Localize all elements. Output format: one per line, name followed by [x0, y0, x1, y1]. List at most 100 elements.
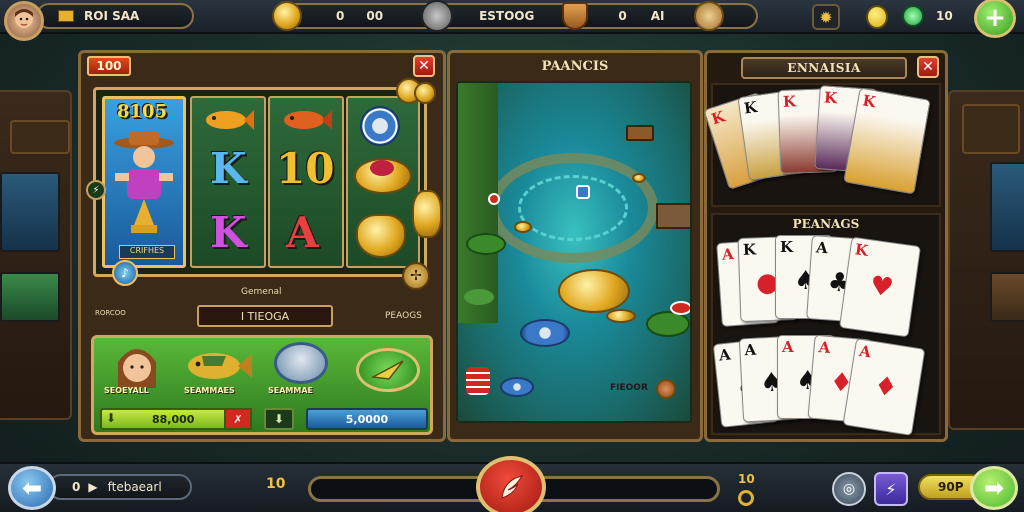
left-coin-value: 0 [336, 9, 345, 23]
game-board[interactable]: FIEOOR [456, 81, 692, 423]
face-card-5[interactable]: K [843, 87, 931, 195]
balance-bar: ⬇ 88,000 ✗ [100, 408, 252, 430]
down-arrow-icon: ⬇ [273, 412, 285, 426]
cards-close-button[interactable]: ✕ [917, 56, 939, 78]
balance-icon: ⬇ [106, 411, 117, 425]
gems-count: 10 [936, 9, 953, 23]
gem-icon[interactable] [902, 5, 924, 27]
chip-caption: FIEOOR [610, 383, 648, 393]
lilypad-3 [464, 289, 494, 305]
board-marker-blue [576, 185, 590, 199]
card-row1-5[interactable]: K ♥ [838, 236, 922, 338]
coin-icon [272, 1, 302, 31]
left-caption: RORCOO [95, 309, 126, 317]
character-card-fish[interactable]: SEAMMAES [182, 342, 254, 400]
spin-mini-button[interactable]: ♪ [112, 260, 138, 286]
right-digit: 10 [738, 472, 755, 486]
bell-icon: ◎ [842, 481, 856, 497]
girl-character-icon [118, 349, 156, 388]
slot-subtitle: Gemenal [241, 287, 282, 297]
character-card-girl[interactable]: SEOEYALL [102, 342, 172, 400]
reel-2: 10 A [268, 96, 344, 268]
lightning-icon: ⚡ [92, 184, 100, 196]
page-number: 0 [72, 480, 81, 494]
bet-field[interactable]: I TIEOGA [197, 305, 333, 327]
page-nav-pill[interactable]: 0 ▶ ftebaearl [48, 474, 192, 500]
lilypad-2 [646, 311, 690, 337]
lake-ring-inner [518, 175, 628, 241]
floating-coin-3 [412, 190, 442, 238]
autoplay-button[interactable]: ✢ [402, 262, 430, 290]
jackpot-label: 8105 [117, 101, 168, 122]
page-next-icon: ▶ [88, 480, 98, 494]
sound-icon: ♪ [121, 266, 129, 280]
shark-character-icon [274, 342, 328, 384]
close-icon: ✕ [418, 58, 430, 74]
bell-button[interactable]: ◎ [832, 472, 866, 506]
player-name-pill[interactable]: ROI SAA [36, 3, 194, 29]
top-bar: ROI SAA 0 00 ESTOOG 0 AI ✹ 10 + [0, 0, 1024, 41]
currency-pill[interactable]: 0 00 ESTOOG 0 AI [272, 0, 758, 32]
reel-1: K K [190, 96, 266, 268]
bg-arcade-left-screen-2 [0, 272, 60, 322]
settings-button[interactable]: ✹ [812, 4, 840, 30]
spin-button[interactable] [356, 348, 420, 392]
reel-icon: ✢ [410, 268, 422, 284]
boat-icon [626, 125, 654, 141]
fish-symbol-icon-2 [284, 110, 332, 130]
game-title: PAANCIS [541, 59, 609, 74]
card-row2-5[interactable]: A ♦ [842, 338, 926, 436]
slot-close-button[interactable]: ✕ [413, 55, 435, 77]
avatar-face-icon [15, 9, 33, 28]
drop-icon-small [738, 490, 754, 506]
board-coin-1 [514, 221, 532, 233]
center-play-button[interactable] [476, 456, 546, 512]
lightning-button[interactable]: ⚡ [874, 472, 908, 506]
avatar[interactable] [4, 1, 44, 41]
shield-icon [562, 2, 589, 30]
fish-character-icon [188, 353, 252, 379]
slot-badge: 100 [87, 56, 131, 76]
add-currency-button[interactable]: + [974, 0, 1016, 38]
char-label-2: SEAMMAES [184, 386, 235, 395]
character-card-shark[interactable]: SEAMMAE [266, 340, 338, 400]
eye-icon [694, 1, 725, 31]
face-cards-area: K K K K K [703, 83, 941, 207]
bg-sign-right [962, 104, 1020, 154]
back-arrow-icon: ⬅ [21, 474, 43, 502]
big-gold-coin-icon [558, 269, 630, 313]
jackpot-portrait[interactable]: 8105 CRIFHES [102, 96, 186, 268]
balance-action-button[interactable]: ✗ [224, 408, 252, 430]
lilypad-1 [466, 233, 506, 255]
bg-arcade-right-screen [990, 162, 1024, 252]
info-button[interactable]: ⚡ [86, 180, 106, 200]
char-label-1: SEOEYALL [104, 386, 149, 395]
reel-frame: 8105 CRIFHES K K 10 A ⚡ ♪ ✢ [86, 78, 442, 290]
caption-coin-icon [656, 379, 676, 399]
nav-label: ftebaearl [107, 480, 162, 494]
cowboy-character-icon [114, 131, 174, 233]
fish-symbol-icon [206, 110, 254, 130]
red-chip-right [670, 301, 690, 315]
feather-icon [501, 475, 524, 499]
menu-icon [58, 10, 74, 22]
character-strip: SEOEYALL SEAMMAES SEAMMAE ⬇ 88,000 ✗ ⬇ 5 [91, 335, 433, 435]
plus-icon: + [984, 3, 1006, 33]
bg-arcade-right-screen-2 [990, 272, 1024, 322]
drop-icon[interactable] [866, 5, 888, 29]
gold-heart-icon [356, 214, 406, 258]
back-button[interactable]: ⬅ [8, 466, 56, 510]
close-icon: ✕ [922, 59, 934, 75]
play-arrow-icon [371, 360, 404, 380]
cards-bottom-title: PEANAGS [792, 217, 860, 231]
next-button[interactable]: ➡ [970, 466, 1018, 510]
play-label: 90P [938, 480, 964, 494]
board-coin-2 [632, 173, 646, 183]
win-display: 5,0000 [306, 408, 428, 430]
red-chip-stack [466, 367, 490, 395]
blue-chip-icon [520, 319, 570, 347]
bet-down-button[interactable]: ⬇ [264, 408, 294, 430]
tools-icon: ✗ [233, 412, 243, 426]
slot-panel: 100 ✕ 8105 CRIFHES K K 10 A ⚡ ♪ ✢ Gemena… [78, 50, 446, 442]
cards-panel: ENNAISIA ✕ K K K K K PEANAGS A♣ K● K♠ A♣… [703, 50, 948, 442]
